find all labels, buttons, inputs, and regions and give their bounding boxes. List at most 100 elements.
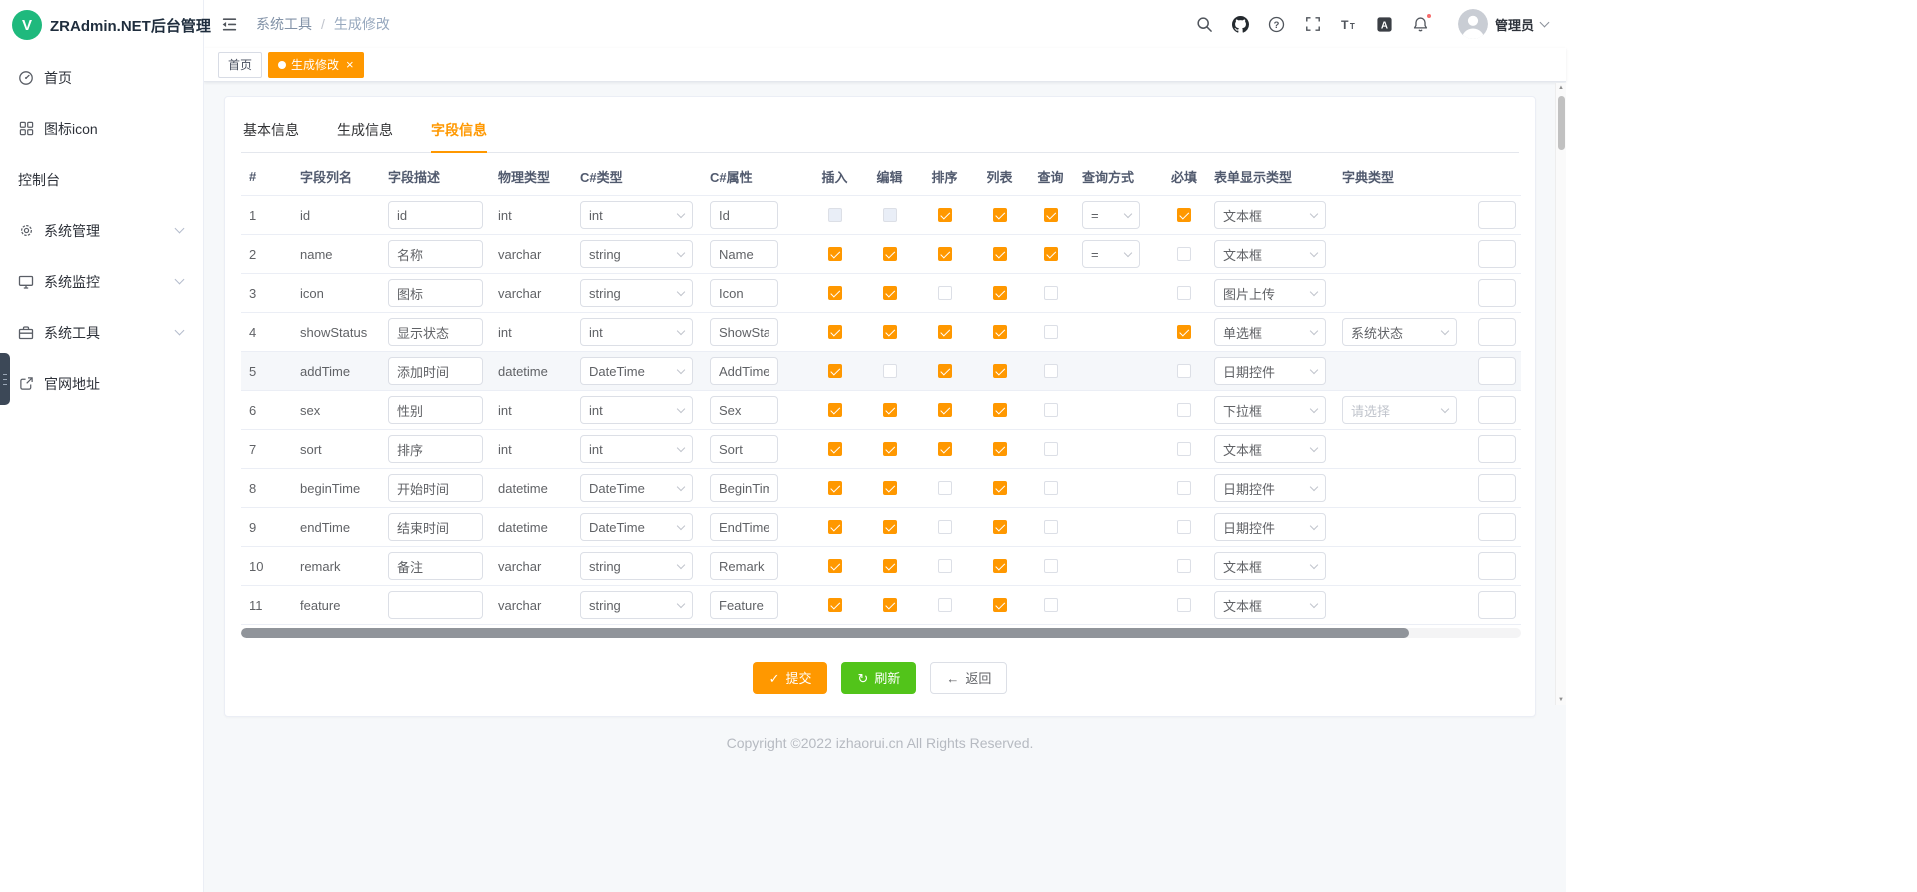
- cell-cs_prop-input[interactable]: [710, 279, 778, 307]
- close-icon[interactable]: ×: [346, 58, 354, 71]
- cell-query-checkbox[interactable]: [1044, 325, 1058, 339]
- cell-query-checkbox[interactable]: [1044, 286, 1058, 300]
- cell-list-checkbox[interactable]: [993, 598, 1007, 612]
- cell-query-checkbox[interactable]: [1044, 520, 1058, 534]
- notifications-button[interactable]: [1406, 7, 1436, 41]
- cell-desc-input[interactable]: [388, 591, 483, 619]
- cell-sort-checkbox[interactable]: [938, 559, 952, 573]
- cell-desc-input[interactable]: [388, 318, 483, 346]
- cell-list-checkbox[interactable]: [993, 325, 1007, 339]
- cell-list-checkbox[interactable]: [993, 364, 1007, 378]
- cell-cs_type-select[interactable]: DateTime: [580, 513, 693, 541]
- cell-cs_type-select[interactable]: int: [580, 201, 693, 229]
- horizontal-scrollbar-thumb[interactable]: [241, 628, 1409, 638]
- cell-sort-checkbox[interactable]: [938, 247, 952, 261]
- cell-html_type-select[interactable]: 文本框: [1214, 552, 1326, 580]
- cell-query-checkbox[interactable]: [1044, 403, 1058, 417]
- cell-edit-checkbox[interactable]: [883, 403, 897, 417]
- cell-cs_prop-input[interactable]: [710, 318, 778, 346]
- horizontal-scrollbar[interactable]: [241, 628, 1521, 638]
- cell-extra-input[interactable]: [1478, 357, 1516, 385]
- cell-edit-checkbox[interactable]: [883, 442, 897, 456]
- cell-edit-checkbox[interactable]: [883, 520, 897, 534]
- cell-html_type-select[interactable]: 单选框: [1214, 318, 1326, 346]
- card-tab-0[interactable]: 基本信息: [243, 109, 299, 152]
- cell-edit-checkbox[interactable]: [883, 247, 897, 261]
- cell-cs_type-select[interactable]: int: [580, 318, 693, 346]
- cell-edit-checkbox[interactable]: [883, 208, 897, 222]
- language-button[interactable]: A: [1370, 7, 1400, 41]
- cell-html_type-select[interactable]: 下拉框: [1214, 396, 1326, 424]
- user-menu[interactable]: 管理员: [1458, 9, 1552, 39]
- cell-desc-input[interactable]: [388, 240, 483, 268]
- cell-list-checkbox[interactable]: [993, 481, 1007, 495]
- cell-query_type-select[interactable]: =: [1082, 201, 1140, 229]
- cell-desc-input[interactable]: [388, 513, 483, 541]
- sidebar-item-console[interactable]: 控制台: [0, 154, 203, 205]
- sidebar-item-system-tools[interactable]: 系统工具: [0, 307, 203, 358]
- cell-insert-checkbox[interactable]: [828, 481, 842, 495]
- sidebar-collapse-icon[interactable]: [218, 13, 240, 35]
- cell-desc-input[interactable]: [388, 435, 483, 463]
- cell-query_type-select[interactable]: =: [1082, 240, 1140, 268]
- cell-insert-checkbox[interactable]: [828, 364, 842, 378]
- cell-list-checkbox[interactable]: [993, 559, 1007, 573]
- scroll-down-icon[interactable]: ▼: [1556, 697, 1566, 703]
- cell-dict-select[interactable]: 请选择: [1342, 396, 1457, 424]
- help-button[interactable]: ?: [1262, 7, 1292, 41]
- cell-desc-input[interactable]: [388, 474, 483, 502]
- cell-dict-select[interactable]: 系统状态: [1342, 318, 1457, 346]
- cell-html_type-select[interactable]: 日期控件: [1214, 357, 1326, 385]
- cell-list-checkbox[interactable]: [993, 286, 1007, 300]
- cell-sort-checkbox[interactable]: [938, 325, 952, 339]
- tag-item-1[interactable]: 生成修改×: [268, 52, 364, 78]
- cell-sort-checkbox[interactable]: [938, 403, 952, 417]
- cell-sort-checkbox[interactable]: [938, 286, 952, 300]
- vertical-scrollbar-thumb[interactable]: [1558, 96, 1565, 150]
- cell-html_type-select[interactable]: 文本框: [1214, 201, 1326, 229]
- cell-insert-checkbox[interactable]: [828, 247, 842, 261]
- cell-cs_type-select[interactable]: string: [580, 279, 693, 307]
- cell-extra-input[interactable]: [1478, 591, 1516, 619]
- settings-drawer-handle[interactable]: [0, 353, 10, 405]
- cell-sort-checkbox[interactable]: [938, 442, 952, 456]
- cell-cs_type-select[interactable]: DateTime: [580, 474, 693, 502]
- cell-query-checkbox[interactable]: [1044, 559, 1058, 573]
- cell-insert-checkbox[interactable]: [828, 598, 842, 612]
- cell-cs_prop-input[interactable]: [710, 396, 778, 424]
- font-size-button[interactable]: TT: [1334, 7, 1364, 41]
- cell-sort-checkbox[interactable]: [938, 208, 952, 222]
- submit-button[interactable]: ✓ 提交: [753, 662, 828, 694]
- cell-edit-checkbox[interactable]: [883, 481, 897, 495]
- cell-list-checkbox[interactable]: [993, 520, 1007, 534]
- cell-required-checkbox[interactable]: [1177, 286, 1191, 300]
- cell-sort-checkbox[interactable]: [938, 364, 952, 378]
- fullscreen-button[interactable]: [1298, 7, 1328, 41]
- cell-cs_type-select[interactable]: string: [580, 240, 693, 268]
- cell-extra-input[interactable]: [1478, 396, 1516, 424]
- cell-required-checkbox[interactable]: [1177, 325, 1191, 339]
- cell-required-checkbox[interactable]: [1177, 442, 1191, 456]
- cell-sort-checkbox[interactable]: [938, 598, 952, 612]
- cell-cs_type-select[interactable]: int: [580, 435, 693, 463]
- cell-html_type-select[interactable]: 文本框: [1214, 240, 1326, 268]
- cell-list-checkbox[interactable]: [993, 208, 1007, 222]
- cell-required-checkbox[interactable]: [1177, 481, 1191, 495]
- cell-cs_type-select[interactable]: DateTime: [580, 357, 693, 385]
- refresh-button[interactable]: ↻ 刷新: [841, 662, 916, 694]
- cell-cs_prop-input[interactable]: [710, 201, 778, 229]
- cell-insert-checkbox[interactable]: [828, 208, 842, 222]
- cell-sort-checkbox[interactable]: [938, 481, 952, 495]
- card-tab-1[interactable]: 生成信息: [337, 109, 393, 152]
- sidebar-item-icons[interactable]: 图标icon: [0, 103, 203, 154]
- cell-cs_prop-input[interactable]: [710, 591, 778, 619]
- card-tab-2[interactable]: 字段信息: [431, 109, 487, 152]
- cell-extra-input[interactable]: [1478, 318, 1516, 346]
- github-button[interactable]: [1226, 7, 1256, 41]
- cell-edit-checkbox[interactable]: [883, 325, 897, 339]
- cell-insert-checkbox[interactable]: [828, 520, 842, 534]
- cell-desc-input[interactable]: [388, 396, 483, 424]
- cell-insert-checkbox[interactable]: [828, 442, 842, 456]
- cell-cs_prop-input[interactable]: [710, 513, 778, 541]
- cell-desc-input[interactable]: [388, 357, 483, 385]
